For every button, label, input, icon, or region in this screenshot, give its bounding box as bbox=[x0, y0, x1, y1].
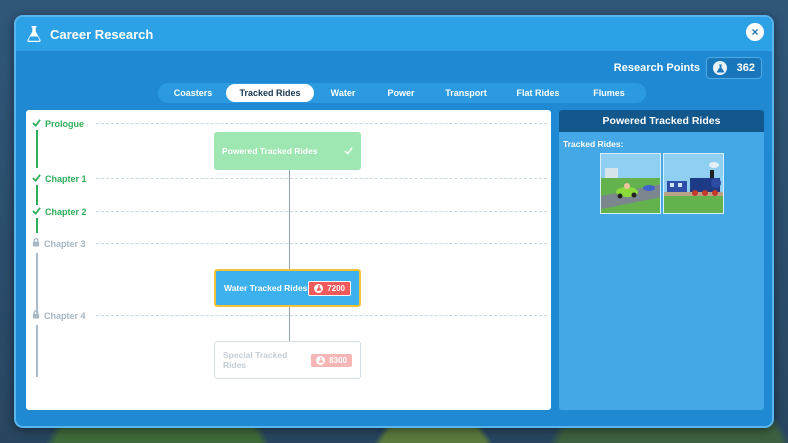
chapter-2[interactable]: Chapter 2 bbox=[32, 206, 87, 217]
tab-flumes[interactable]: Flumes bbox=[574, 84, 644, 102]
research-tree-panel: Prologue Chapter 1 Chapter 2 Chapter 3 C… bbox=[26, 110, 551, 410]
progress-line bbox=[36, 130, 38, 168]
lock-icon bbox=[32, 238, 40, 249]
chapter-divider bbox=[96, 123, 547, 124]
check-icon bbox=[32, 206, 41, 217]
research-cost-value: 7200 bbox=[327, 283, 345, 293]
research-cost-badge: 7200 bbox=[308, 280, 351, 296]
chapter-label: Chapter 1 bbox=[45, 173, 87, 184]
check-icon bbox=[344, 146, 353, 157]
research-cost-badge: 8300 bbox=[311, 353, 352, 367]
progress-line bbox=[36, 185, 38, 205]
tab-coasters[interactable]: Coasters bbox=[160, 84, 226, 102]
chapter-label: Chapter 4 bbox=[44, 310, 86, 321]
chapter-prologue[interactable]: Prologue bbox=[32, 118, 84, 129]
check-icon bbox=[32, 173, 41, 184]
progress-line bbox=[36, 253, 38, 313]
chapter-label: Prologue bbox=[45, 118, 85, 129]
tab-transport[interactable]: Transport bbox=[430, 84, 502, 102]
research-node-powered-tracked-rides[interactable]: Powered Tracked Rides bbox=[214, 132, 361, 170]
lock-icon bbox=[32, 310, 40, 321]
detail-subtitle: Tracked Rides: bbox=[563, 139, 624, 149]
progress-line bbox=[36, 218, 38, 233]
chapter-label: Chapter 2 bbox=[45, 206, 87, 217]
chapter-label: Chapter 3 bbox=[44, 238, 86, 249]
chapter-divider bbox=[96, 315, 547, 316]
tab-power[interactable]: Power bbox=[372, 84, 430, 102]
flask-icon bbox=[26, 25, 42, 43]
research-points-label: Research Points bbox=[613, 62, 700, 74]
steam-train-ride-thumbnail[interactable] bbox=[662, 153, 724, 214]
node-connector bbox=[289, 306, 290, 342]
research-points-box: 362 bbox=[706, 57, 762, 79]
chapter-1[interactable]: Chapter 1 bbox=[32, 173, 87, 184]
chapter-4[interactable]: Chapter 4 bbox=[32, 310, 86, 321]
research-cost-value: 8300 bbox=[329, 355, 347, 365]
career-research-window: Career Research × Research Points 362 Co… bbox=[14, 15, 774, 428]
research-flask-icon bbox=[316, 355, 326, 365]
check-icon bbox=[32, 118, 41, 129]
chapter-divider bbox=[96, 243, 547, 244]
tab-flat-rides[interactable]: Flat Rides bbox=[502, 84, 574, 102]
research-flask-icon bbox=[713, 61, 727, 75]
research-node-water-tracked-rides[interactable]: Water Tracked Rides 7200 bbox=[214, 269, 361, 307]
detail-panel: Powered Tracked Rides Tracked Rides: bbox=[559, 110, 764, 410]
progress-line bbox=[36, 325, 38, 377]
research-flask-icon bbox=[314, 283, 324, 293]
window-title: Career Research bbox=[50, 26, 154, 42]
chapter-divider bbox=[96, 178, 547, 179]
detail-title: Powered Tracked Rides bbox=[559, 110, 764, 132]
title-bar: Career Research bbox=[16, 17, 772, 51]
chapter-divider bbox=[96, 211, 547, 212]
node-label: Powered Tracked Rides bbox=[222, 146, 318, 156]
research-points-value: 362 bbox=[736, 62, 755, 74]
node-label: Water Tracked Rides bbox=[224, 283, 308, 293]
tab-tracked-rides[interactable]: Tracked Rides bbox=[226, 84, 314, 102]
research-points-display: Research Points 362 bbox=[614, 57, 762, 79]
node-label: Special Tracked Rides bbox=[223, 350, 288, 370]
category-tabs: Coasters Tracked Rides Water Power Trans… bbox=[158, 83, 646, 103]
research-node-special-tracked-rides[interactable]: Special Tracked Rides 8300 bbox=[214, 341, 361, 379]
go-kart-ride-thumbnail[interactable] bbox=[599, 153, 661, 214]
tab-water[interactable]: Water bbox=[314, 84, 372, 102]
close-button[interactable]: × bbox=[746, 23, 764, 41]
node-connector bbox=[289, 170, 290, 270]
ride-thumbnails bbox=[559, 153, 764, 214]
chapter-3[interactable]: Chapter 3 bbox=[32, 238, 86, 249]
